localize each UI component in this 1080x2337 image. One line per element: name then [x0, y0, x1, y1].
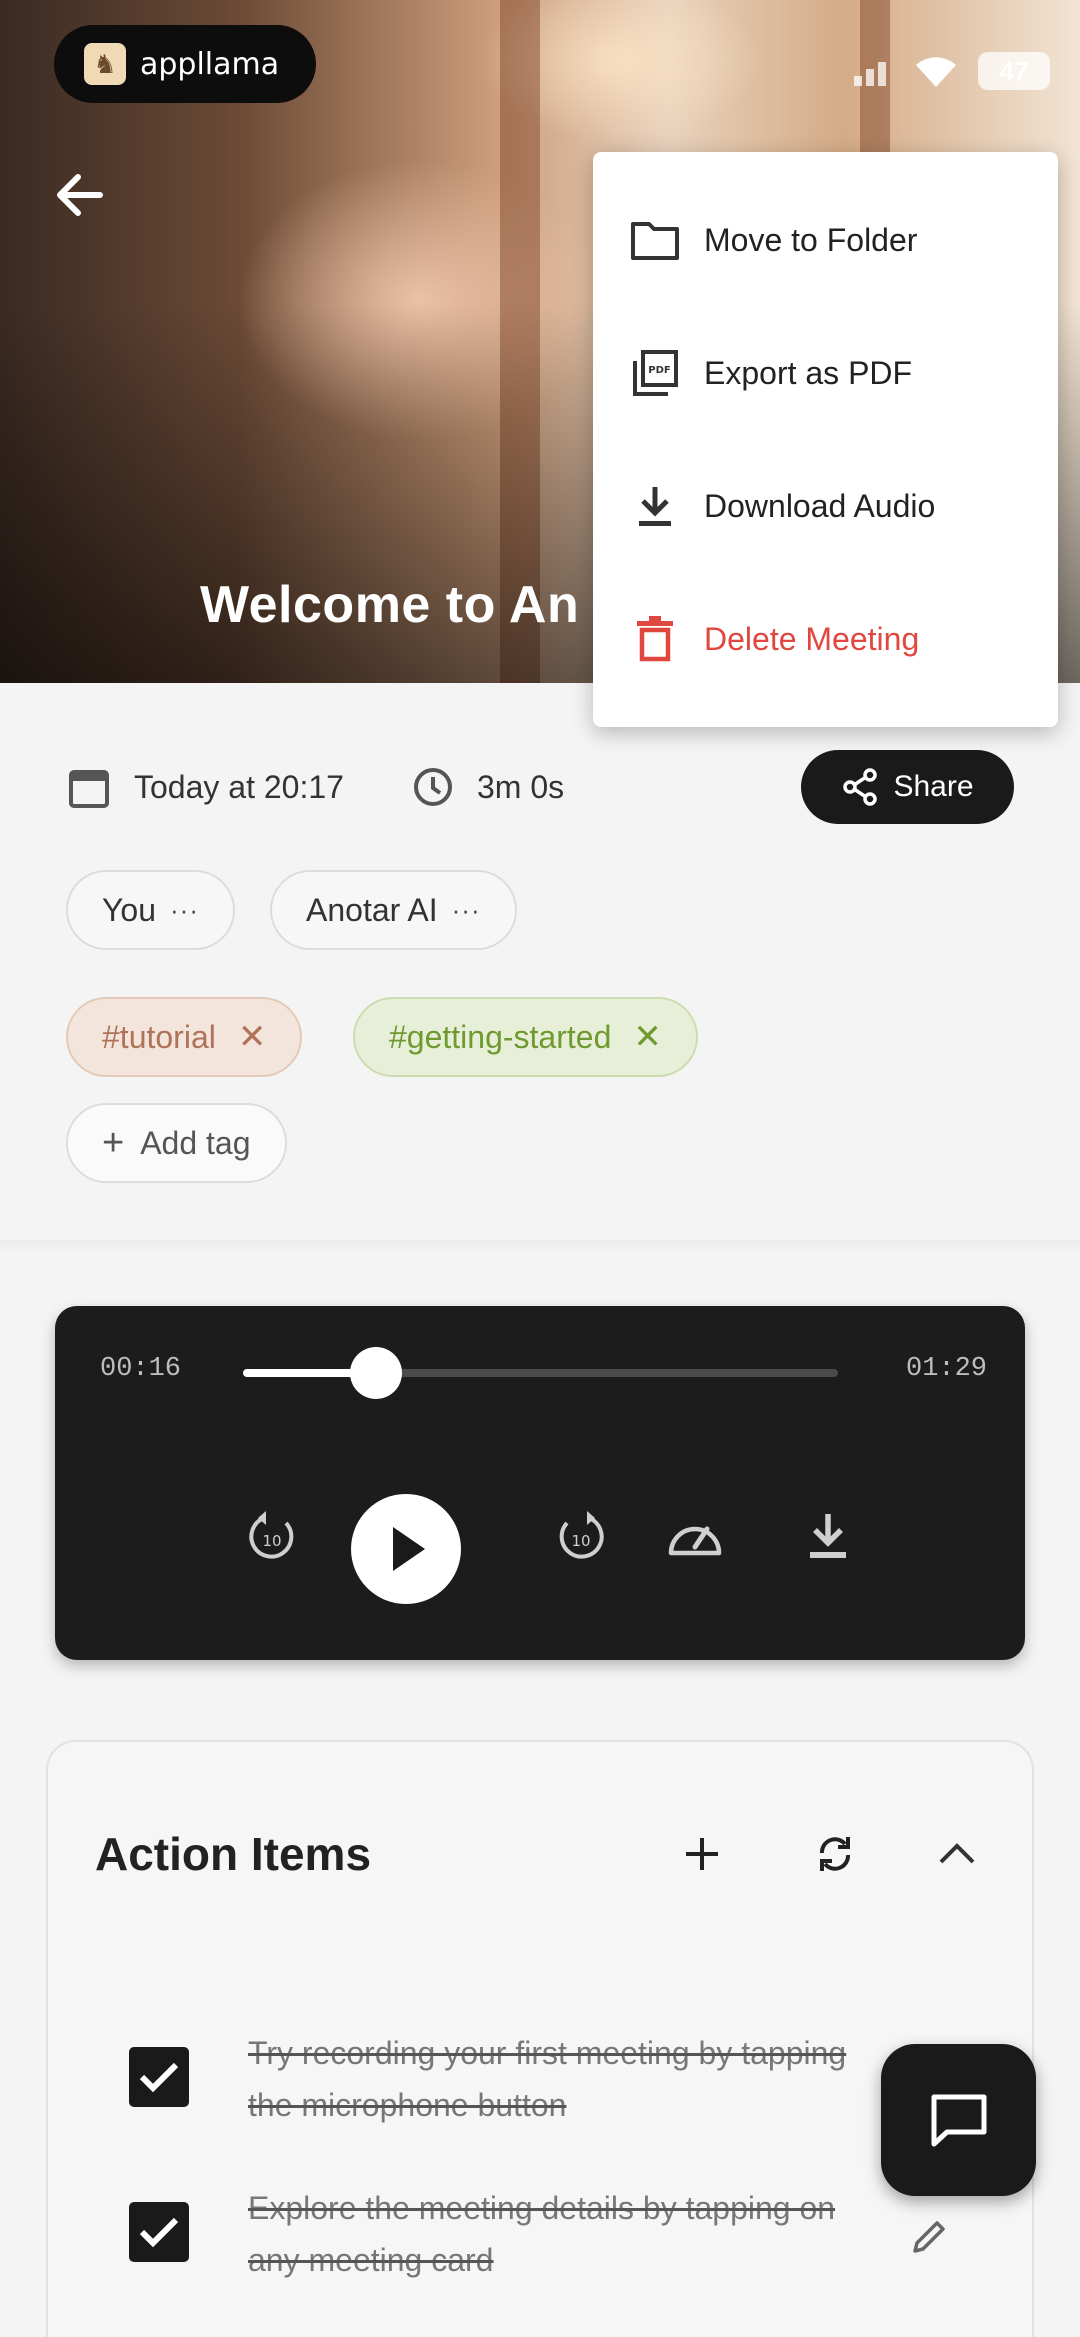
- battery-indicator: 47: [978, 52, 1050, 90]
- menu-item-download-audio[interactable]: Download Audio: [593, 451, 1058, 561]
- action-item-text: Explore the meeting details by tapping o…: [248, 2190, 836, 2278]
- svg-text:10: 10: [262, 1532, 281, 1550]
- checkmark-icon: [139, 2217, 179, 2248]
- collapse-button[interactable]: [927, 1824, 987, 1884]
- svg-text:10: 10: [571, 1532, 590, 1550]
- meeting-date-text: Today at 20:17: [134, 768, 344, 805]
- chat-button[interactable]: [881, 2044, 1036, 2196]
- plus-icon: +: [102, 1121, 125, 1164]
- menu-item-label: Delete Meeting: [704, 620, 920, 657]
- download-audio-button[interactable]: [793, 1501, 863, 1571]
- more-icon[interactable]: ···: [452, 895, 481, 926]
- meeting-title: Welcome to An: [200, 576, 580, 634]
- close-icon[interactable]: ✕: [633, 1017, 662, 1057]
- action-item-checkbox[interactable]: [129, 2202, 189, 2262]
- tag-chip-getting-started[interactable]: #getting-started ✕: [353, 997, 698, 1077]
- svg-text:PDF: PDF: [648, 365, 670, 376]
- chat-bubble-icon: [931, 2094, 986, 2147]
- download-icon: [810, 1514, 846, 1558]
- refresh-action-items-button[interactable]: [805, 1824, 865, 1884]
- participant-chip[interactable]: You ···: [66, 870, 235, 950]
- options-menu: Move to Folder PDF Export as PDF Downloa…: [593, 152, 1058, 727]
- forward-10-button[interactable]: 10: [546, 1501, 616, 1571]
- menu-item-label: Download Audio: [704, 487, 936, 524]
- brand-name: appllama: [140, 46, 280, 82]
- menu-item-move-to-folder[interactable]: Move to Folder: [593, 185, 1058, 295]
- pdf-icon: PDF: [629, 347, 681, 399]
- meeting-info-row: Today at 20:17 3m 0s Share: [0, 750, 1080, 824]
- action-items-card: Action Items Try recording your first me…: [46, 1740, 1034, 2337]
- brand-badge: ♞ appllama: [54, 25, 316, 103]
- meeting-duration-text: 3m 0s: [477, 768, 565, 805]
- rewind-10-button[interactable]: 10: [237, 1501, 307, 1571]
- section-divider: [0, 1240, 1080, 1254]
- trash-icon: [629, 613, 681, 665]
- meeting-duration: 3m 0s: [413, 750, 564, 824]
- folder-icon: [629, 214, 681, 266]
- current-time: 00:16: [100, 1354, 182, 1384]
- total-time: 01:29: [906, 1354, 988, 1384]
- seek-bar[interactable]: [243, 1347, 838, 1399]
- share-icon: [843, 768, 878, 806]
- share-label: Share: [893, 770, 974, 803]
- tag-label: #tutorial: [102, 1018, 216, 1055]
- add-tag-button[interactable]: + Add tag: [66, 1103, 287, 1183]
- plus-icon: [686, 1838, 718, 1870]
- edit-action-item-button[interactable]: [904, 2212, 954, 2262]
- refresh-icon: [820, 1837, 850, 1871]
- back-button[interactable]: [50, 165, 110, 225]
- participant-name: You: [102, 891, 156, 928]
- share-button[interactable]: Share: [801, 750, 1014, 824]
- menu-item-export-pdf[interactable]: PDF Export as PDF: [593, 318, 1058, 428]
- tag-label: #getting-started: [389, 1018, 612, 1055]
- more-icon[interactable]: ···: [170, 895, 199, 926]
- add-action-item-button[interactable]: [672, 1824, 732, 1884]
- chevron-up-icon: [939, 1843, 975, 1864]
- participant-name: Anotar AI: [306, 891, 438, 928]
- action-item-checkbox[interactable]: [129, 2047, 189, 2107]
- audio-player: 00:16 01:29 10 10: [55, 1306, 1025, 1660]
- download-icon: [629, 480, 681, 532]
- llama-logo-icon: ♞: [84, 43, 126, 85]
- menu-item-delete-meeting[interactable]: Delete Meeting: [593, 584, 1058, 694]
- forward-10-icon: 10: [559, 1511, 604, 1559]
- action-items-title: Action Items: [95, 1828, 372, 1880]
- seek-handle[interactable]: [350, 1347, 403, 1399]
- checkmark-icon: [139, 2062, 179, 2093]
- pencil-icon: [913, 2221, 945, 2253]
- status-bar: 47: [852, 52, 1050, 90]
- arrow-left-icon: [57, 174, 103, 216]
- play-icon: [393, 1527, 425, 1571]
- close-icon[interactable]: ✕: [238, 1017, 267, 1057]
- menu-item-label: Export as PDF: [704, 354, 913, 391]
- calendar-icon: [69, 770, 109, 808]
- wifi-icon: [916, 57, 956, 87]
- add-tag-label: Add tag: [140, 1124, 251, 1161]
- tag-chip-tutorial[interactable]: #tutorial ✕: [66, 997, 303, 1077]
- playback-speed-button[interactable]: [660, 1501, 730, 1571]
- menu-item-label: Move to Folder: [704, 221, 918, 258]
- speedometer-icon: [668, 1526, 722, 1556]
- signal-icon: [854, 62, 886, 86]
- meeting-date: Today at 20:17: [68, 750, 344, 824]
- rewind-10-icon: 10: [249, 1511, 294, 1559]
- participant-chip[interactable]: Anotar AI ···: [270, 870, 517, 950]
- action-item-text: Try recording your first meeting by tapp…: [248, 2035, 847, 2123]
- play-button[interactable]: [351, 1494, 461, 1604]
- clock-icon: [414, 768, 452, 806]
